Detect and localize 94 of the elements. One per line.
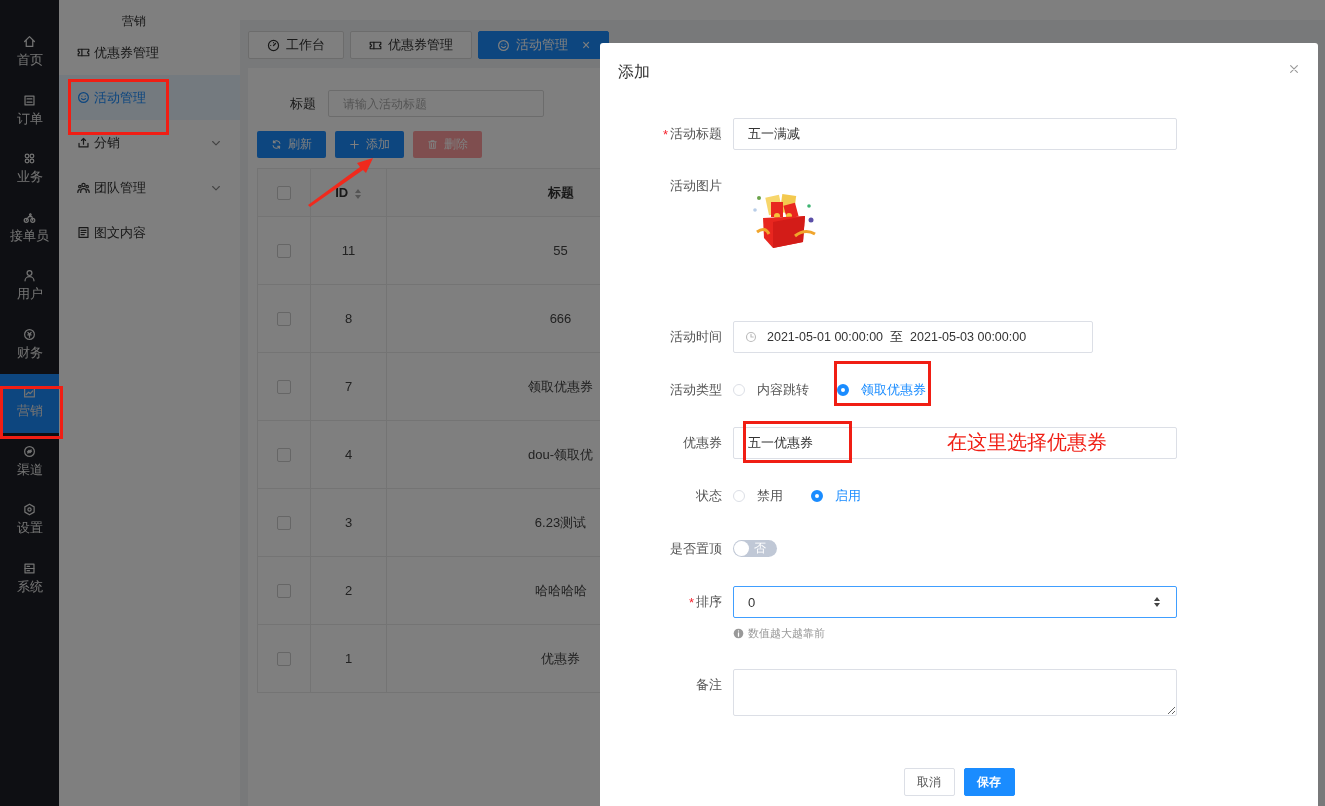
table-cell: 4 <box>344 447 353 462</box>
menu-item[interactable]: 活动管理 <box>59 75 240 120</box>
remark-field[interactable] <box>733 669 1177 716</box>
toolbar-button[interactable]: 添加 <box>335 131 404 158</box>
checkbox[interactable] <box>277 516 291 531</box>
checkbox[interactable] <box>277 652 291 667</box>
smiley-icon <box>497 38 510 52</box>
column-header: 标题 <box>547 184 574 200</box>
field-hint: 数值越大越靠前 <box>748 626 825 641</box>
nav-item[interactable]: 财务 <box>0 315 59 374</box>
table-cell: dou-领取优 <box>528 446 593 462</box>
close-icon <box>1288 63 1300 75</box>
table-cell: 1 <box>344 651 353 666</box>
page-tab[interactable]: 工作台 <box>248 31 344 59</box>
nav-item[interactable]: 用户 <box>0 257 59 316</box>
number-input-field[interactable]: 0 <box>733 586 1177 618</box>
panel-icon <box>23 561 36 575</box>
highlight-frame <box>0 386 63 439</box>
checkbox[interactable] <box>277 380 291 395</box>
field-label: 排序 <box>696 593 722 611</box>
dialog-button[interactable]: 保存 <box>963 768 1015 796</box>
plus-icon <box>349 139 360 150</box>
table-cell: 666 <box>549 311 572 326</box>
coin-icon <box>23 327 36 341</box>
menu-item[interactable]: 分销 <box>59 120 240 165</box>
nav-item[interactable]: 业务 <box>0 140 59 199</box>
field-label: 备注 <box>696 676 722 694</box>
checkbox[interactable] <box>277 448 291 463</box>
gauge-icon <box>267 38 280 52</box>
checkbox[interactable] <box>277 312 291 327</box>
annotation-note: 在这里选择优惠券 <box>947 430 1107 455</box>
field-label: 活动标题 <box>670 125 722 143</box>
checkbox[interactable] <box>277 244 291 259</box>
table-cell: 2 <box>344 583 353 598</box>
table-cell: 11 <box>341 243 356 258</box>
clock-icon <box>745 331 757 343</box>
user-icon <box>23 269 36 283</box>
field-label: 活动类型 <box>670 381 722 399</box>
info-icon <box>733 628 744 639</box>
team-icon <box>77 181 90 194</box>
date-range-field[interactable]: 2021-05-01 00:00:00 至 2021-05-03 00:00:00 <box>733 321 1093 353</box>
input-field[interactable]: 五一满减 <box>733 118 1177 150</box>
menu-item[interactable]: 优惠券管理 <box>59 30 240 75</box>
close-icon[interactable]: × <box>582 37 591 53</box>
checkbox[interactable] <box>277 584 291 599</box>
table-cell: 领取优惠券 <box>528 378 593 394</box>
field-label: 是否置顶 <box>670 540 722 558</box>
field-label: 活动时间 <box>670 328 722 346</box>
table-cell: 7 <box>344 379 353 394</box>
stepper-icon[interactable] <box>1152 595 1162 609</box>
bicycle-icon <box>23 210 36 224</box>
dialog-button[interactable]: 取消 <box>903 768 955 796</box>
radio-option[interactable]: 启用 <box>811 487 861 505</box>
field-label: 状态 <box>696 487 722 505</box>
nav-item[interactable]: 设置 <box>0 491 59 550</box>
menu-item[interactable]: 图文内容 <box>59 210 240 255</box>
radio-option[interactable]: 领取优惠券 <box>837 381 926 399</box>
table-cell: 哈哈哈哈 <box>534 582 587 598</box>
table-cell: 55 <box>553 243 568 258</box>
home-icon <box>23 35 36 49</box>
nav-item[interactable]: 订单 <box>0 81 59 140</box>
field-label: 活动图片 <box>670 177 722 195</box>
nav-item[interactable]: 接单员 <box>0 198 59 257</box>
share-icon <box>77 136 90 149</box>
dialog-title: 添加 <box>618 61 650 82</box>
smiley-icon <box>77 91 90 104</box>
document-icon <box>77 226 90 239</box>
column-header: ID <box>335 185 349 200</box>
table-cell: 优惠券 <box>541 650 580 666</box>
order-icon <box>23 93 36 107</box>
page-tab[interactable]: 活动管理 × <box>478 31 610 59</box>
radio-option[interactable]: 内容跳转 <box>733 381 809 399</box>
table-cell: 6.23测试 <box>534 514 587 530</box>
table-cell: 3 <box>344 515 353 530</box>
filter-label: 标题 <box>290 94 316 113</box>
menu-item[interactable]: 团队管理 <box>59 165 240 210</box>
ticket-icon <box>77 46 90 59</box>
required-asterisk: * <box>662 126 668 142</box>
toolbar-button[interactable]: 刷新 <box>257 131 326 158</box>
page-tab[interactable]: 优惠券管理 <box>350 31 472 59</box>
table-cell: 8 <box>344 311 353 326</box>
grid-icon <box>23 152 36 166</box>
refresh-icon <box>271 139 282 150</box>
link-icon <box>23 444 36 458</box>
nav-item[interactable]: 系统 <box>0 549 59 608</box>
nav-item[interactable]: 首页 <box>0 23 59 82</box>
required-asterisk: * <box>688 594 694 610</box>
checkbox[interactable] <box>277 186 291 201</box>
chart-icon <box>23 386 36 400</box>
field-label: 优惠券 <box>683 434 722 452</box>
radio-option[interactable]: 禁用 <box>733 487 783 505</box>
settings-icon <box>23 503 36 517</box>
sort-icon[interactable] <box>353 187 362 200</box>
menu-heading: 营销 <box>121 13 147 30</box>
